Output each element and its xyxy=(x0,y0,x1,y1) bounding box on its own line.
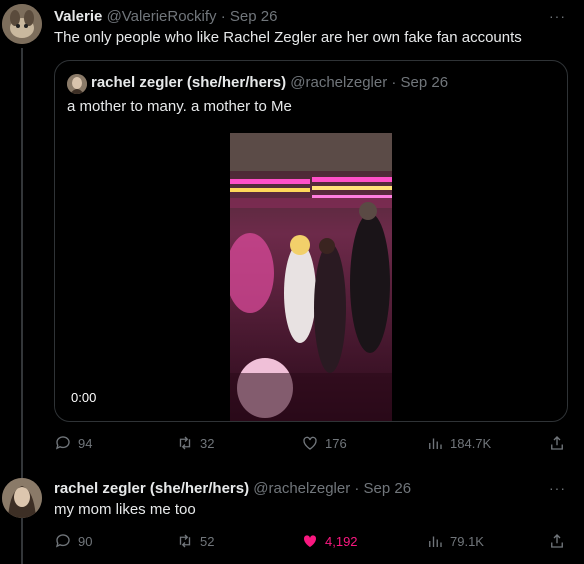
reply-icon xyxy=(55,436,70,450)
views-button[interactable]: 79.1K xyxy=(426,532,484,550)
author-handle[interactable]: @ValerieRockify xyxy=(107,8,217,25)
retweet-button[interactable]: 32 xyxy=(176,434,214,452)
tweet-rachelzegler[interactable]: rachel zegler (she/her/hers) @rachelzegl… xyxy=(0,470,584,564)
retweet-icon xyxy=(179,534,191,548)
views-icon xyxy=(429,536,442,547)
quoted-text: a mother to many. a mother to Me xyxy=(67,98,292,115)
views-icon xyxy=(429,438,442,449)
reply-icon xyxy=(55,534,70,548)
avatar[interactable] xyxy=(2,4,42,44)
avatar[interactable] xyxy=(67,74,87,94)
video-player[interactable]: 0:00 xyxy=(55,133,567,421)
like-count: 176 xyxy=(325,435,347,451)
tweet-actions: 94 32 176 184.7K xyxy=(54,434,568,454)
more-icon[interactable]: ··· xyxy=(549,8,566,24)
video-timestamp: 0:00 xyxy=(71,390,97,405)
share-icon xyxy=(551,436,563,450)
quoted-header: rachel zegler (she/her/hers) @rachelzegl… xyxy=(91,74,448,91)
quoted-author-name[interactable]: rachel zegler (she/her/hers) xyxy=(91,74,286,91)
author-name[interactable]: Valerie xyxy=(54,8,102,25)
quoted-tweet[interactable]: rachel zegler (she/her/hers) @rachelzegl… xyxy=(54,60,568,422)
tweet-date[interactable]: Sep 26 xyxy=(364,480,412,497)
share-button[interactable] xyxy=(548,532,566,550)
tweet-header: Valerie @ValerieRockify · Sep 26 xyxy=(54,8,277,25)
video-thumbnail[interactable] xyxy=(230,133,392,421)
tweet-header: rachel zegler (she/her/hers) @rachelzegl… xyxy=(54,480,411,497)
like-button[interactable]: 176 xyxy=(301,434,347,452)
tweet-date[interactable]: Sep 26 xyxy=(230,8,278,25)
tweet-actions: 90 52 4,192 79.1K xyxy=(54,532,568,552)
tweet-valerie[interactable]: Valerie @ValerieRockify · Sep 26 ··· The… xyxy=(0,0,584,564)
reply-count: 90 xyxy=(78,533,93,549)
like-icon xyxy=(303,436,317,450)
share-icon xyxy=(551,534,563,548)
like-count: 4,192 xyxy=(325,533,358,549)
quoted-author-handle[interactable]: @rachelzegler xyxy=(290,74,387,91)
retweet-icon xyxy=(179,436,191,450)
like-button[interactable]: 4,192 xyxy=(301,532,358,550)
tweet-text: The only people who like Rachel Zegler a… xyxy=(54,29,522,46)
views-count: 79.1K xyxy=(450,533,484,549)
views-count: 184.7K xyxy=(450,435,492,451)
reply-button[interactable]: 90 xyxy=(54,532,92,550)
separator: · xyxy=(220,8,226,25)
more-icon[interactable]: ··· xyxy=(549,480,566,496)
author-handle[interactable]: @rachelzegler xyxy=(253,480,350,497)
views-button[interactable]: 184.7K xyxy=(426,434,491,452)
reply-count: 94 xyxy=(78,435,93,451)
author-name[interactable]: rachel zegler (she/her/hers) xyxy=(54,480,249,497)
quoted-date[interactable]: Sep 26 xyxy=(401,74,449,91)
separator: · xyxy=(354,480,360,497)
avatar[interactable] xyxy=(2,478,42,518)
share-button[interactable] xyxy=(548,434,566,452)
like-icon xyxy=(303,535,317,547)
tweet-text: my mom likes me too xyxy=(54,501,196,518)
retweet-count: 52 xyxy=(200,533,215,549)
retweet-button[interactable]: 52 xyxy=(176,532,214,550)
separator: · xyxy=(391,74,397,91)
reply-button[interactable]: 94 xyxy=(54,434,92,452)
retweet-count: 32 xyxy=(200,435,215,451)
